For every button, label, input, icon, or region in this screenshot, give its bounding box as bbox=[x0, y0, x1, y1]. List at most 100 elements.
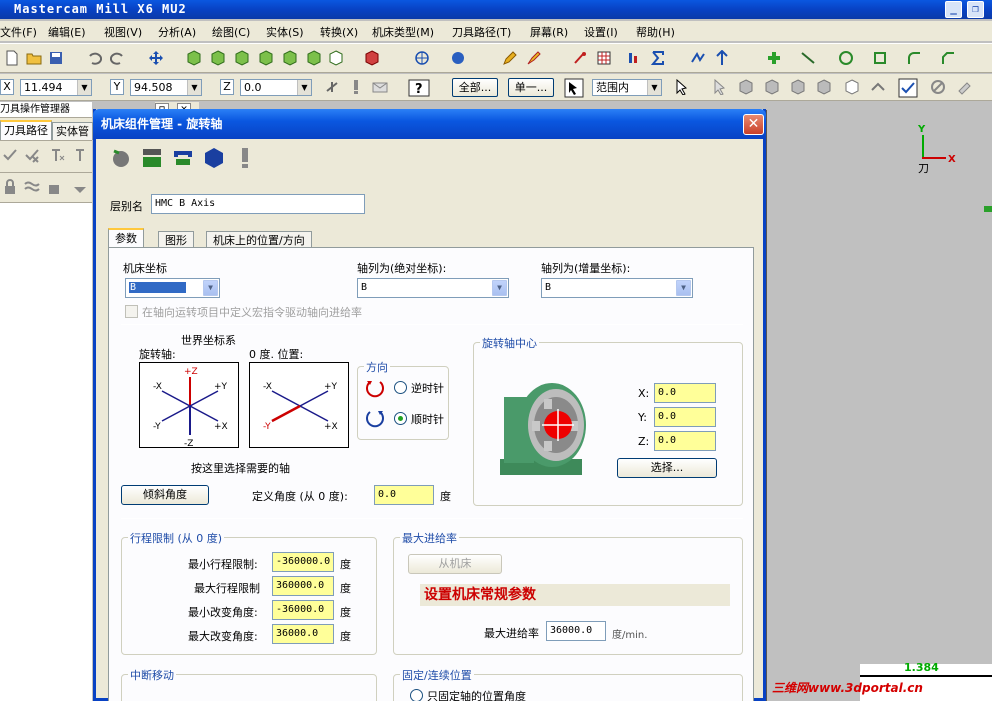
select-dirty-ops-icon[interactable] bbox=[24, 147, 40, 163]
cube-face-icon[interactable] bbox=[764, 79, 780, 95]
redo-icon[interactable] bbox=[110, 50, 126, 66]
regenerate-dirty-icon[interactable] bbox=[74, 147, 90, 163]
from-machine-button[interactable]: 从机床 bbox=[408, 554, 502, 574]
chevron-down-icon[interactable]: ▼ bbox=[203, 280, 218, 296]
dialog-close-button[interactable]: ✕ bbox=[743, 114, 764, 135]
menu-settings[interactable]: 设置(I) bbox=[584, 24, 618, 40]
menu-xform[interactable]: 转换(X) bbox=[320, 24, 358, 40]
chevron-down-icon[interactable]: ▼ bbox=[187, 80, 201, 95]
shading-cube-icon[interactable] bbox=[364, 50, 380, 66]
pan-arrows-icon[interactable] bbox=[148, 50, 164, 66]
lock-icon[interactable] bbox=[2, 179, 18, 195]
chevron-down-icon[interactable]: ▼ bbox=[77, 80, 91, 95]
statistics-icon[interactable] bbox=[626, 50, 642, 66]
menu-analyze[interactable]: 分析(A) bbox=[158, 24, 196, 40]
view-cube-wire-icon[interactable] bbox=[328, 50, 344, 66]
linear-axis-icon[interactable] bbox=[141, 147, 163, 169]
max-feed-input[interactable]: 36000.0 bbox=[546, 621, 606, 641]
selection-mode-icon[interactable] bbox=[564, 78, 584, 98]
operations-tree[interactable] bbox=[0, 202, 92, 701]
y-coord-field[interactable]: 94.508 ▼ bbox=[130, 79, 202, 96]
menu-machine-type[interactable]: 机床类型(M) bbox=[372, 24, 434, 40]
undo-icon[interactable] bbox=[86, 50, 102, 66]
tab-solids[interactable]: 实体管 bbox=[52, 122, 93, 140]
menu-view[interactable]: 视图(V) bbox=[104, 24, 142, 40]
view-cube-front-icon[interactable] bbox=[210, 50, 226, 66]
cw-radio[interactable] bbox=[394, 412, 407, 425]
cursor-disabled-icon[interactable] bbox=[712, 79, 728, 95]
view-cube-iso-icon[interactable] bbox=[258, 50, 274, 66]
select-center-button[interactable]: 选择... bbox=[617, 458, 717, 478]
cube-edge-icon[interactable] bbox=[790, 79, 806, 95]
menu-edit[interactable]: 编辑(E) bbox=[48, 24, 86, 40]
sphere-icon[interactable] bbox=[450, 50, 466, 66]
select-all-button[interactable]: 全部... bbox=[452, 78, 498, 97]
brush-icon[interactable] bbox=[526, 50, 542, 66]
view-cube-bottom-icon[interactable] bbox=[282, 50, 298, 66]
tilt-angle-button[interactable]: 倾斜角度 bbox=[121, 485, 209, 505]
tab-parameters[interactable]: 参数 bbox=[108, 228, 144, 249]
restore-button[interactable]: ❐ bbox=[967, 1, 984, 18]
exclamation-icon[interactable] bbox=[234, 147, 256, 169]
rectangle-icon[interactable] bbox=[872, 50, 888, 66]
regenerate-icon[interactable] bbox=[50, 147, 66, 163]
minimize-button[interactable]: _ bbox=[945, 1, 962, 18]
menu-create[interactable]: 绘图(C) bbox=[212, 24, 250, 40]
menu-help[interactable]: 帮助(H) bbox=[636, 24, 675, 40]
chevron-down-icon[interactable] bbox=[72, 182, 88, 198]
x-label[interactable]: X bbox=[0, 79, 14, 95]
open-folder-icon[interactable] bbox=[26, 50, 42, 66]
circle-icon[interactable] bbox=[838, 50, 854, 66]
select-single-button[interactable]: 单一... bbox=[508, 78, 554, 97]
rotation-axis-picker[interactable]: +Z -Z -X +Y -Y +X bbox=[139, 362, 239, 449]
cube-select-icon[interactable] bbox=[738, 79, 754, 95]
exclamation-icon[interactable] bbox=[348, 79, 364, 95]
min-travel-input[interactable]: -360000.0 bbox=[272, 552, 334, 572]
add-point-icon[interactable] bbox=[766, 50, 782, 66]
x-coord-field[interactable]: 11.494 ▼ bbox=[20, 79, 92, 96]
up-chevron-icon[interactable] bbox=[870, 79, 886, 95]
cursor-arrow-icon[interactable] bbox=[674, 79, 690, 95]
zero-position-picker[interactable]: -X +Y -Y +X bbox=[249, 362, 349, 448]
menu-solids[interactable]: 实体(S) bbox=[266, 24, 304, 40]
menu-screen[interactable]: 屏幕(R) bbox=[530, 24, 568, 40]
globe-wire-icon[interactable] bbox=[414, 50, 430, 66]
tab-toolpaths[interactable]: 刀具路径 bbox=[0, 120, 52, 140]
z-label[interactable]: Z bbox=[220, 79, 234, 95]
max-change-input[interactable]: 36000.0 bbox=[272, 624, 334, 644]
chevron-down-icon[interactable]: ▼ bbox=[492, 280, 507, 296]
chevron-down-icon[interactable]: ▼ bbox=[676, 280, 691, 296]
disk-lock-icon[interactable] bbox=[46, 179, 62, 195]
fillet-icon[interactable] bbox=[906, 50, 922, 66]
hexagon-component-icon[interactable] bbox=[203, 147, 225, 169]
grid-icon[interactable] bbox=[596, 50, 612, 66]
verify-icon[interactable] bbox=[898, 78, 918, 98]
no-entry-icon[interactable] bbox=[930, 79, 946, 95]
chevron-down-icon[interactable]: ▼ bbox=[647, 80, 661, 95]
center-y-input[interactable]: 0.0 bbox=[654, 407, 716, 427]
y-label[interactable]: Y bbox=[110, 79, 124, 95]
save-icon[interactable] bbox=[48, 50, 64, 66]
bracket-icon[interactable] bbox=[172, 147, 194, 169]
center-z-input[interactable]: 0.0 bbox=[654, 431, 716, 451]
clear-icon[interactable] bbox=[956, 79, 972, 95]
max-travel-input[interactable]: 360000.0 bbox=[272, 576, 334, 596]
center-x-input[interactable]: 0.0 bbox=[654, 383, 716, 403]
hexagon-icon[interactable] bbox=[844, 79, 860, 95]
inc-axis-select[interactable]: B ▼ bbox=[541, 278, 693, 298]
machine-coord-select[interactable]: B ▼ bbox=[125, 278, 220, 298]
range-select-dropdown[interactable]: 范围内 ▼ bbox=[592, 79, 662, 96]
toolpath-icon[interactable] bbox=[690, 50, 706, 66]
wave-icon[interactable] bbox=[24, 179, 40, 195]
view-cube-side-icon[interactable] bbox=[234, 50, 250, 66]
select-all-ops-icon[interactable] bbox=[2, 147, 18, 163]
chevron-down-icon[interactable]: ▼ bbox=[297, 80, 311, 95]
line-icon[interactable] bbox=[800, 50, 816, 66]
min-change-input[interactable]: -36000.0 bbox=[272, 600, 334, 620]
define-angle-input[interactable]: 0.0 bbox=[374, 485, 434, 505]
macro-checkbox[interactable] bbox=[125, 305, 138, 318]
new-file-icon[interactable] bbox=[4, 50, 20, 66]
sigma-icon[interactable] bbox=[650, 50, 666, 66]
menu-file[interactable]: 文件(F) bbox=[0, 24, 37, 40]
cube-body-icon[interactable] bbox=[816, 79, 832, 95]
